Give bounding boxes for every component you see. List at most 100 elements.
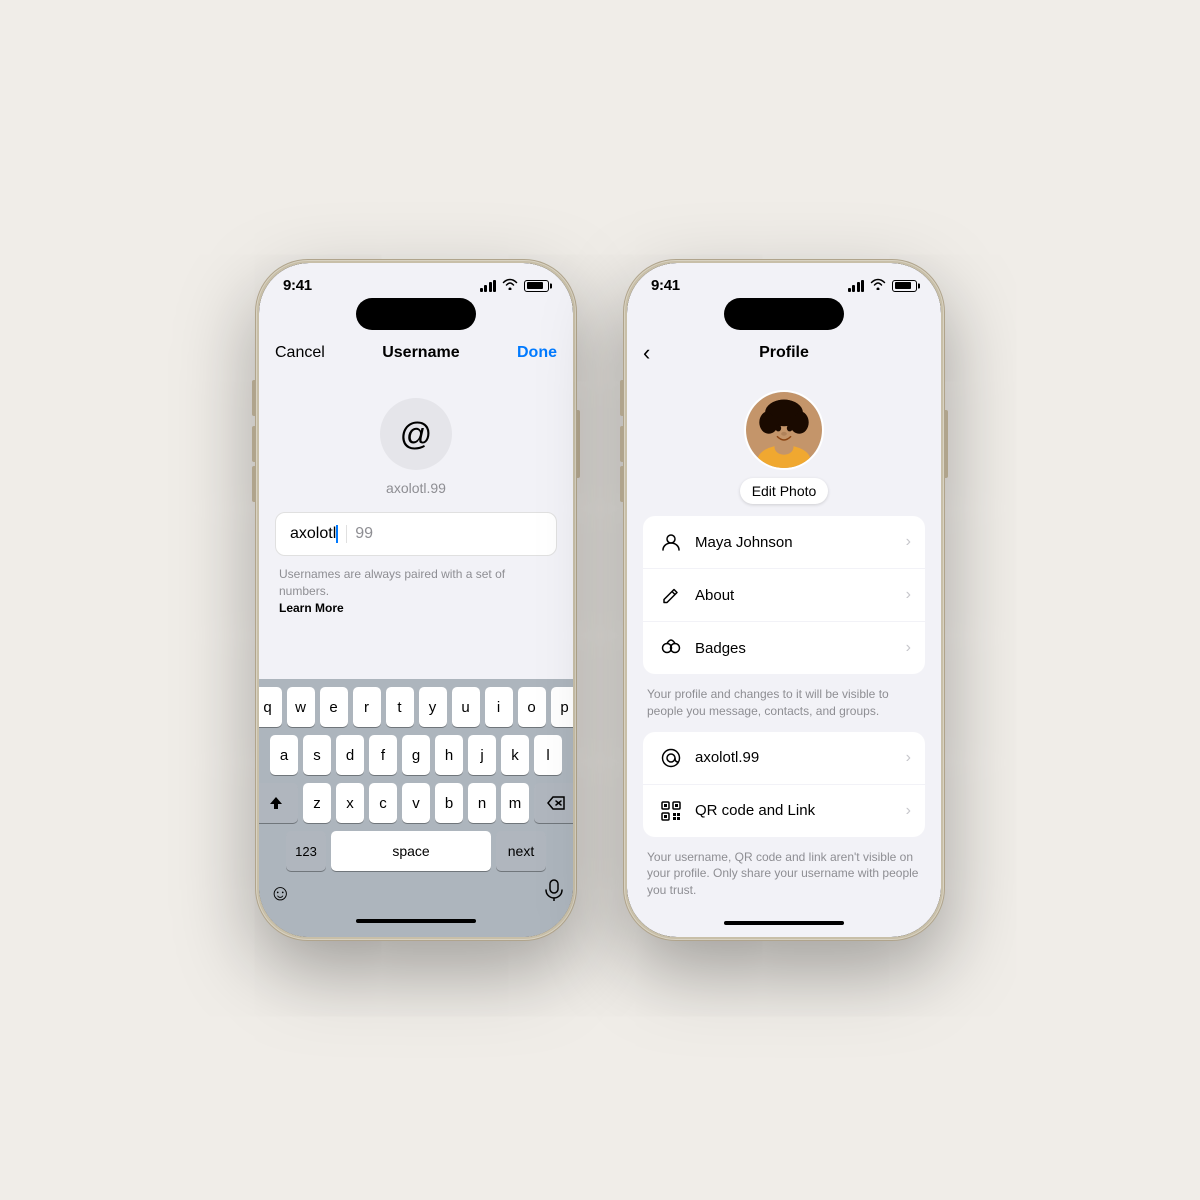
profile-item-username[interactable]: axolotl.99 › — [643, 732, 925, 785]
edit-photo-button[interactable]: Edit Photo — [740, 478, 829, 504]
key-l[interactable]: l — [534, 735, 562, 775]
key-u[interactable]: u — [452, 687, 480, 727]
username-header: Cancel Username Done — [259, 336, 573, 374]
status-bar-1: 9:41 — [259, 263, 573, 298]
key-t[interactable]: t — [386, 687, 414, 727]
key-s[interactable]: s — [303, 735, 331, 775]
at-icon: @ — [400, 416, 432, 453]
key-q[interactable]: q — [259, 687, 282, 727]
cancel-button[interactable]: Cancel — [275, 344, 325, 362]
keyboard-row-4: 123 space next — [263, 831, 569, 871]
key-h[interactable]: h — [435, 735, 463, 775]
home-bar-2 — [724, 921, 844, 925]
key-b[interactable]: b — [435, 783, 463, 823]
wifi-icon-1 — [502, 278, 518, 293]
numbers-key[interactable]: 123 — [286, 831, 326, 871]
status-icons-2 — [848, 278, 918, 293]
key-k[interactable]: k — [501, 735, 529, 775]
back-button[interactable]: ‹ — [643, 340, 650, 366]
phone-username: 9:41 — [256, 260, 576, 940]
profile-about-label: About — [695, 587, 906, 604]
chevron-icon-about: › — [906, 586, 911, 604]
emoji-key[interactable]: ☺ — [269, 880, 291, 906]
avatar — [744, 390, 824, 470]
profile-hint-1: Your profile and changes to it will be v… — [627, 680, 941, 732]
key-c[interactable]: c — [369, 783, 397, 823]
profile-badges-label: Badges — [695, 640, 906, 657]
chevron-icon-badges: › — [906, 639, 911, 657]
phone-profile: 9:41 — [624, 260, 944, 940]
key-w[interactable]: w — [287, 687, 315, 727]
key-y[interactable]: y — [419, 687, 447, 727]
username-input-row[interactable]: axolotl 99 — [275, 512, 557, 556]
username-display: axolotl.99 — [386, 480, 446, 496]
home-bar-1 — [356, 919, 476, 923]
profile-header: ‹ Profile — [627, 336, 941, 374]
wifi-icon-2 — [870, 278, 886, 293]
key-n[interactable]: n — [468, 783, 496, 823]
key-f[interactable]: f — [369, 735, 397, 775]
chevron-icon-username: › — [906, 749, 911, 767]
keyboard-row-1: q w e r t y u i o p — [263, 687, 569, 727]
key-p[interactable]: p — [551, 687, 574, 727]
key-v[interactable]: v — [402, 783, 430, 823]
chevron-icon-name: › — [906, 533, 911, 551]
signal-icon-1 — [480, 280, 497, 292]
phones-container: 9:41 — [256, 260, 944, 940]
profile-name-label: Maya Johnson — [695, 534, 906, 551]
key-z[interactable]: z — [303, 783, 331, 823]
pencil-icon — [657, 581, 685, 609]
space-key[interactable]: space — [331, 831, 491, 871]
key-r[interactable]: r — [353, 687, 381, 727]
username-hint: Usernames are always paired with a set o… — [259, 556, 573, 616]
keyboard: q w e r t y u i o p a s — [259, 679, 573, 937]
status-bar-2: 9:41 — [627, 263, 941, 298]
at-icon-circle: @ — [380, 398, 452, 470]
qr-icon — [657, 797, 685, 825]
battery-icon-2 — [892, 280, 917, 292]
profile-content: Edit Photo Maya Johnson — [627, 374, 941, 937]
shift-key[interactable] — [259, 783, 298, 823]
key-o[interactable]: o — [518, 687, 546, 727]
profile-title: Profile — [759, 344, 809, 362]
key-x[interactable]: x — [336, 783, 364, 823]
mic-key[interactable] — [545, 879, 563, 907]
next-key[interactable]: next — [496, 831, 546, 871]
key-j[interactable]: j — [468, 735, 496, 775]
status-time-1: 9:41 — [283, 277, 312, 294]
dynamic-island-2 — [724, 298, 844, 330]
delete-key[interactable] — [534, 783, 573, 823]
key-a[interactable]: a — [270, 735, 298, 775]
profile-item-qr[interactable]: QR code and Link › — [643, 785, 925, 837]
username-icon-section: @ axolotl.99 — [259, 374, 573, 512]
dynamic-island-1 — [356, 298, 476, 330]
profile-item-badges[interactable]: Badges › — [643, 622, 925, 674]
profile-list-2: axolotl.99 › — [643, 732, 925, 837]
username-input-value: axolotl — [290, 525, 336, 543]
profile-item-name[interactable]: Maya Johnson › — [643, 516, 925, 569]
username-title: Username — [382, 344, 459, 362]
keyboard-row-3: z x c v b n m — [263, 783, 569, 823]
person-icon — [657, 528, 685, 556]
key-g[interactable]: g — [402, 735, 430, 775]
badges-icon — [657, 634, 685, 662]
key-e[interactable]: e — [320, 687, 348, 727]
profile-item-about[interactable]: About › — [643, 569, 925, 622]
keyboard-extras: ☺ — [263, 879, 569, 913]
profile-qr-label: QR code and Link — [695, 802, 906, 819]
key-d[interactable]: d — [336, 735, 364, 775]
chevron-icon-qr: › — [906, 802, 911, 820]
profile-list-1: Maya Johnson › About — [643, 516, 925, 674]
status-icons-1 — [480, 278, 550, 293]
signal-icon-2 — [848, 280, 865, 292]
username-suffix: 99 — [346, 525, 373, 543]
keyboard-row-2: a s d f g h j k l — [263, 735, 569, 775]
done-button[interactable]: Done — [517, 344, 557, 362]
status-time-2: 9:41 — [651, 277, 680, 294]
avatar-section: Edit Photo — [627, 374, 941, 516]
learn-more-link[interactable]: Learn More — [279, 601, 344, 615]
key-i[interactable]: i — [485, 687, 513, 727]
key-m[interactable]: m — [501, 783, 529, 823]
cursor — [336, 525, 338, 543]
at-icon-profile — [657, 744, 685, 772]
